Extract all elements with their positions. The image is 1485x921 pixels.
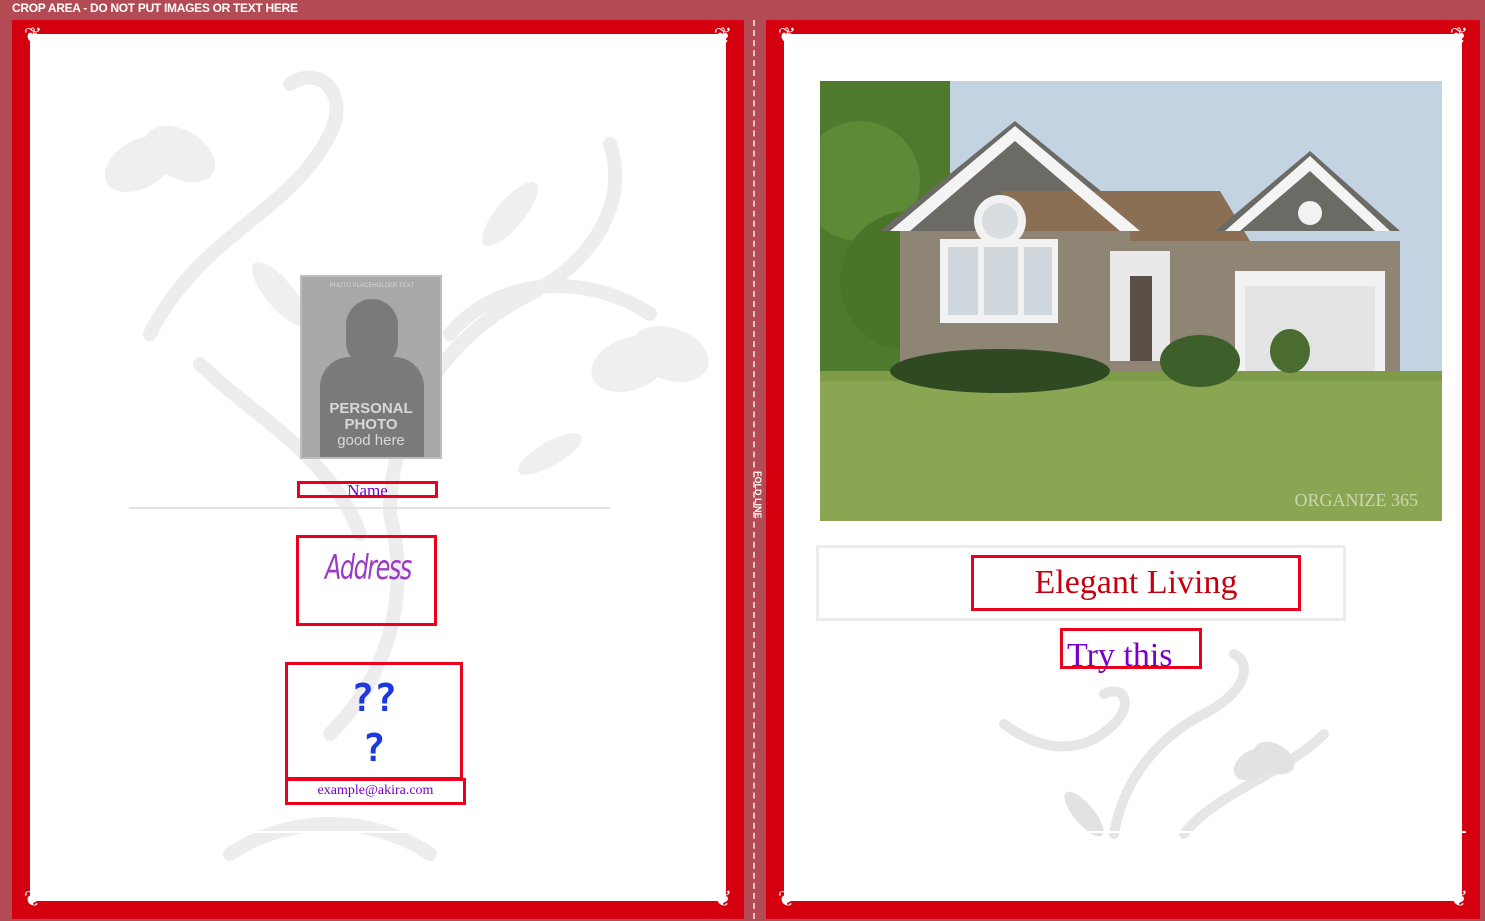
corner-flourish-icon: ❦ xyxy=(713,887,733,912)
photo-placeholder-line-1: PERSONAL xyxy=(329,400,413,417)
corner-flourish-icon: ❦ xyxy=(23,887,43,912)
corner-flourish-icon: ❦ xyxy=(777,24,797,49)
page-strip xyxy=(790,831,1466,833)
crop-area-notice: CROP AREA - DO NOT PUT IMAGES OR TEXT HE… xyxy=(12,1,298,15)
corner-flourish-icon: ❦ xyxy=(1449,24,1469,49)
photo-watermark: ORGANIZE 365 xyxy=(1294,490,1419,510)
name-text: Name xyxy=(347,481,388,500)
house-illustration xyxy=(820,81,1442,521)
address-text-box[interactable]: Address xyxy=(296,535,437,626)
title-text: Elegant Living xyxy=(1034,564,1238,601)
question-marks-text: ?? ? xyxy=(288,673,460,773)
page-strip xyxy=(30,831,716,833)
photo-placeholder-line-2: PHOTO xyxy=(344,416,398,433)
title-text-box[interactable]: Elegant Living xyxy=(971,555,1301,611)
subtitle-text-box[interactable]: Try this xyxy=(1060,628,1202,674)
question-marks-text-box[interactable]: ?? ? xyxy=(285,662,463,780)
question-marks-line-2: ? xyxy=(362,726,386,770)
fold-line: FOLD LINE xyxy=(744,20,766,919)
house-photo[interactable]: ORGANIZE 365 xyxy=(820,81,1442,521)
subtitle-text: Try this xyxy=(1067,637,1173,674)
divider-line xyxy=(129,507,610,509)
name-text-box[interactable]: Name xyxy=(297,481,438,500)
photo-placeholder-text: PERSONAL PHOTO good here xyxy=(302,401,440,449)
photo-placeholder-caption: PHOTO PLACEHOLDER TEXT xyxy=(329,283,415,289)
email-text: example@akira.com xyxy=(317,783,434,798)
corner-flourish-icon: ❦ xyxy=(23,24,43,49)
photo-placeholder-line-3: good here xyxy=(337,432,405,449)
crop-area-bar: CROP AREA - DO NOT PUT IMAGES OR TEXT HE… xyxy=(0,0,1485,20)
email-text-box[interactable]: example@akira.com xyxy=(285,778,466,805)
address-text: Address xyxy=(325,548,412,588)
fold-line-label: FOLD LINE xyxy=(753,471,763,519)
question-marks-line-1: ?? xyxy=(351,676,397,720)
silhouette-head-icon xyxy=(346,299,398,365)
corner-flourish-icon: ❦ xyxy=(1449,887,1469,912)
personal-photo-placeholder[interactable]: PHOTO PLACEHOLDER TEXT PERSONAL PHOTO go… xyxy=(300,275,442,459)
corner-flourish-icon: ❦ xyxy=(777,887,797,912)
corner-flourish-icon: ❦ xyxy=(713,24,733,49)
